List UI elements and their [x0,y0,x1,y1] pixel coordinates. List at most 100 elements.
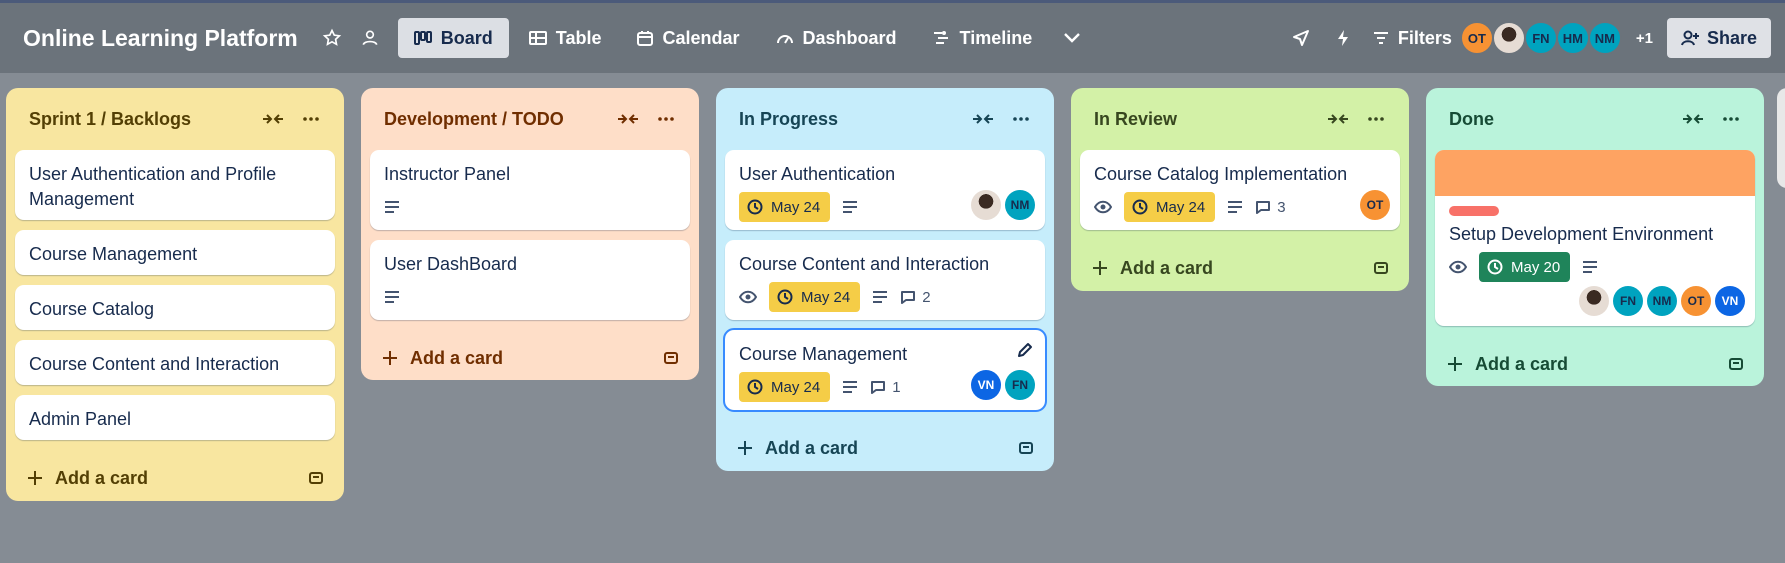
collapse-icon[interactable] [967,103,999,135]
card[interactable]: Course Catalog [15,285,335,330]
due-date-badge[interactable]: May 24 [739,192,831,222]
card-label[interactable] [1449,206,1499,216]
chevron-down-icon[interactable] [1056,22,1088,54]
card[interactable]: User DashBoard [370,240,690,320]
avatar[interactable]: VN [971,370,1001,400]
description-icon [385,291,399,303]
list-title[interactable]: In Progress [739,109,961,130]
avatar[interactable]: NM [1587,21,1622,55]
pencil-icon[interactable] [1017,342,1033,363]
card-title: User Authentication [739,164,896,184]
board-icon [413,31,432,45]
list-header: In Review [1080,88,1400,150]
list-title[interactable]: Development / TODO [384,109,606,130]
filters-label: Filters [1397,27,1452,48]
collapse-icon[interactable] [612,103,644,135]
add-card-button[interactable]: Add a card [725,420,1045,476]
card-members: NM [971,190,1035,220]
collapse-icon[interactable] [257,103,289,135]
avatar-photo[interactable] [971,190,1001,220]
card[interactable]: User Authentication and Profile Manageme… [15,150,335,220]
due-date-label: May 24 [801,288,851,306]
due-date-badge[interactable]: May 24 [1124,192,1216,222]
avatar[interactable]: FN [1523,21,1558,55]
avatar[interactable]: OT [1459,21,1494,55]
plus-icon [383,351,397,365]
card[interactable]: Admin Panel [15,395,335,440]
view-calendar-button[interactable]: Calendar [621,18,755,58]
template-icon [664,352,678,364]
avatar[interactable]: HM [1555,21,1590,55]
collapse-icon[interactable] [1677,103,1709,135]
card[interactable]: Course Content and Interaction [15,340,335,385]
template-icon [1019,442,1033,454]
avatar[interactable]: FN [1005,370,1035,400]
watch-icon [1449,260,1467,274]
avatar[interactable]: VN [1715,286,1745,316]
card[interactable]: Course Catalog Implementation May 24 3 O… [1080,150,1400,230]
description-icon [843,381,858,393]
more-icon[interactable] [1715,103,1747,135]
board-title[interactable]: Online Learning Platform [23,25,298,52]
description-icon [1583,261,1598,273]
card[interactable]: Setup Development Environment May 20 FN … [1435,150,1755,326]
due-date-badge[interactable]: May 20 [1479,252,1571,282]
avatar[interactable]: FN [1613,286,1643,316]
add-card-button[interactable]: Add a card [1435,336,1755,392]
card[interactable]: Instructor Panel [370,150,690,230]
more-icon[interactable] [1360,103,1392,135]
template-icon [1374,262,1388,274]
list-header: Development / TODO [370,88,690,150]
card-title: User Authentication and Profile Manageme… [29,164,277,209]
list-development-todo: Development / TODO Instructor Panel User… [361,88,699,380]
view-board-button[interactable]: Board [397,18,509,58]
avatar[interactable]: OT [1360,190,1390,220]
filters-button[interactable]: Filters [1373,28,1452,49]
avatar-photo[interactable] [1491,21,1526,55]
dashboard-icon [776,35,793,44]
card[interactable]: Course Content and Interaction May 24 2 [725,240,1045,320]
list-title[interactable]: In Review [1094,109,1316,130]
add-card-label: Add a card [1475,353,1569,374]
star-icon[interactable] [316,22,348,54]
card-title: Admin Panel [29,409,132,429]
due-date-badge[interactable]: May 24 [769,282,861,312]
more-icon[interactable] [295,103,327,135]
share-button[interactable]: Share [1666,18,1771,58]
lightning-icon[interactable] [1327,22,1359,54]
add-card-button[interactable]: Add a card [370,330,690,386]
rocket-icon[interactable] [1285,22,1317,54]
avatar[interactable]: NM [1005,190,1035,220]
view-timeline-button[interactable]: Timeline [917,18,1049,58]
card-members: OT [1360,190,1390,220]
view-label: Dashboard [802,27,897,48]
comment-icon [871,380,886,394]
add-card-button[interactable]: Add a card [1080,240,1400,296]
list-title[interactable]: Done [1449,109,1671,130]
card-selected[interactable]: Course Management May 24 1 VN FN [723,328,1047,412]
card[interactable]: Course Management [15,230,335,275]
due-date-label: May 24 [771,378,821,396]
comments-badge: 3 [1255,199,1286,216]
visibility-icon[interactable] [354,22,386,54]
view-table-button[interactable]: Table [513,18,618,58]
due-date-badge[interactable]: May 24 [739,372,831,402]
card[interactable]: User Authentication May 24 NM [725,150,1045,230]
collapse-icon[interactable] [1322,103,1354,135]
more-members-count[interactable]: +1 [1636,30,1653,47]
calendar-icon [637,31,654,46]
avatar[interactable]: OT [1681,286,1711,316]
plus-icon [28,471,42,485]
add-card-button[interactable]: Add a card [15,450,335,506]
comment-count: 1 [892,378,901,396]
clock-icon [747,199,763,215]
avatar[interactable]: NM [1647,286,1677,316]
watch-icon [1094,200,1112,214]
more-icon[interactable] [650,103,682,135]
list-header: Sprint 1 / Backlogs [15,88,335,150]
more-icon[interactable] [1005,103,1037,135]
list-title[interactable]: Sprint 1 / Backlogs [29,109,251,130]
view-dashboard-button[interactable]: Dashboard [760,18,913,58]
comments-badge: 1 [870,378,901,396]
avatar-photo[interactable] [1579,286,1609,316]
